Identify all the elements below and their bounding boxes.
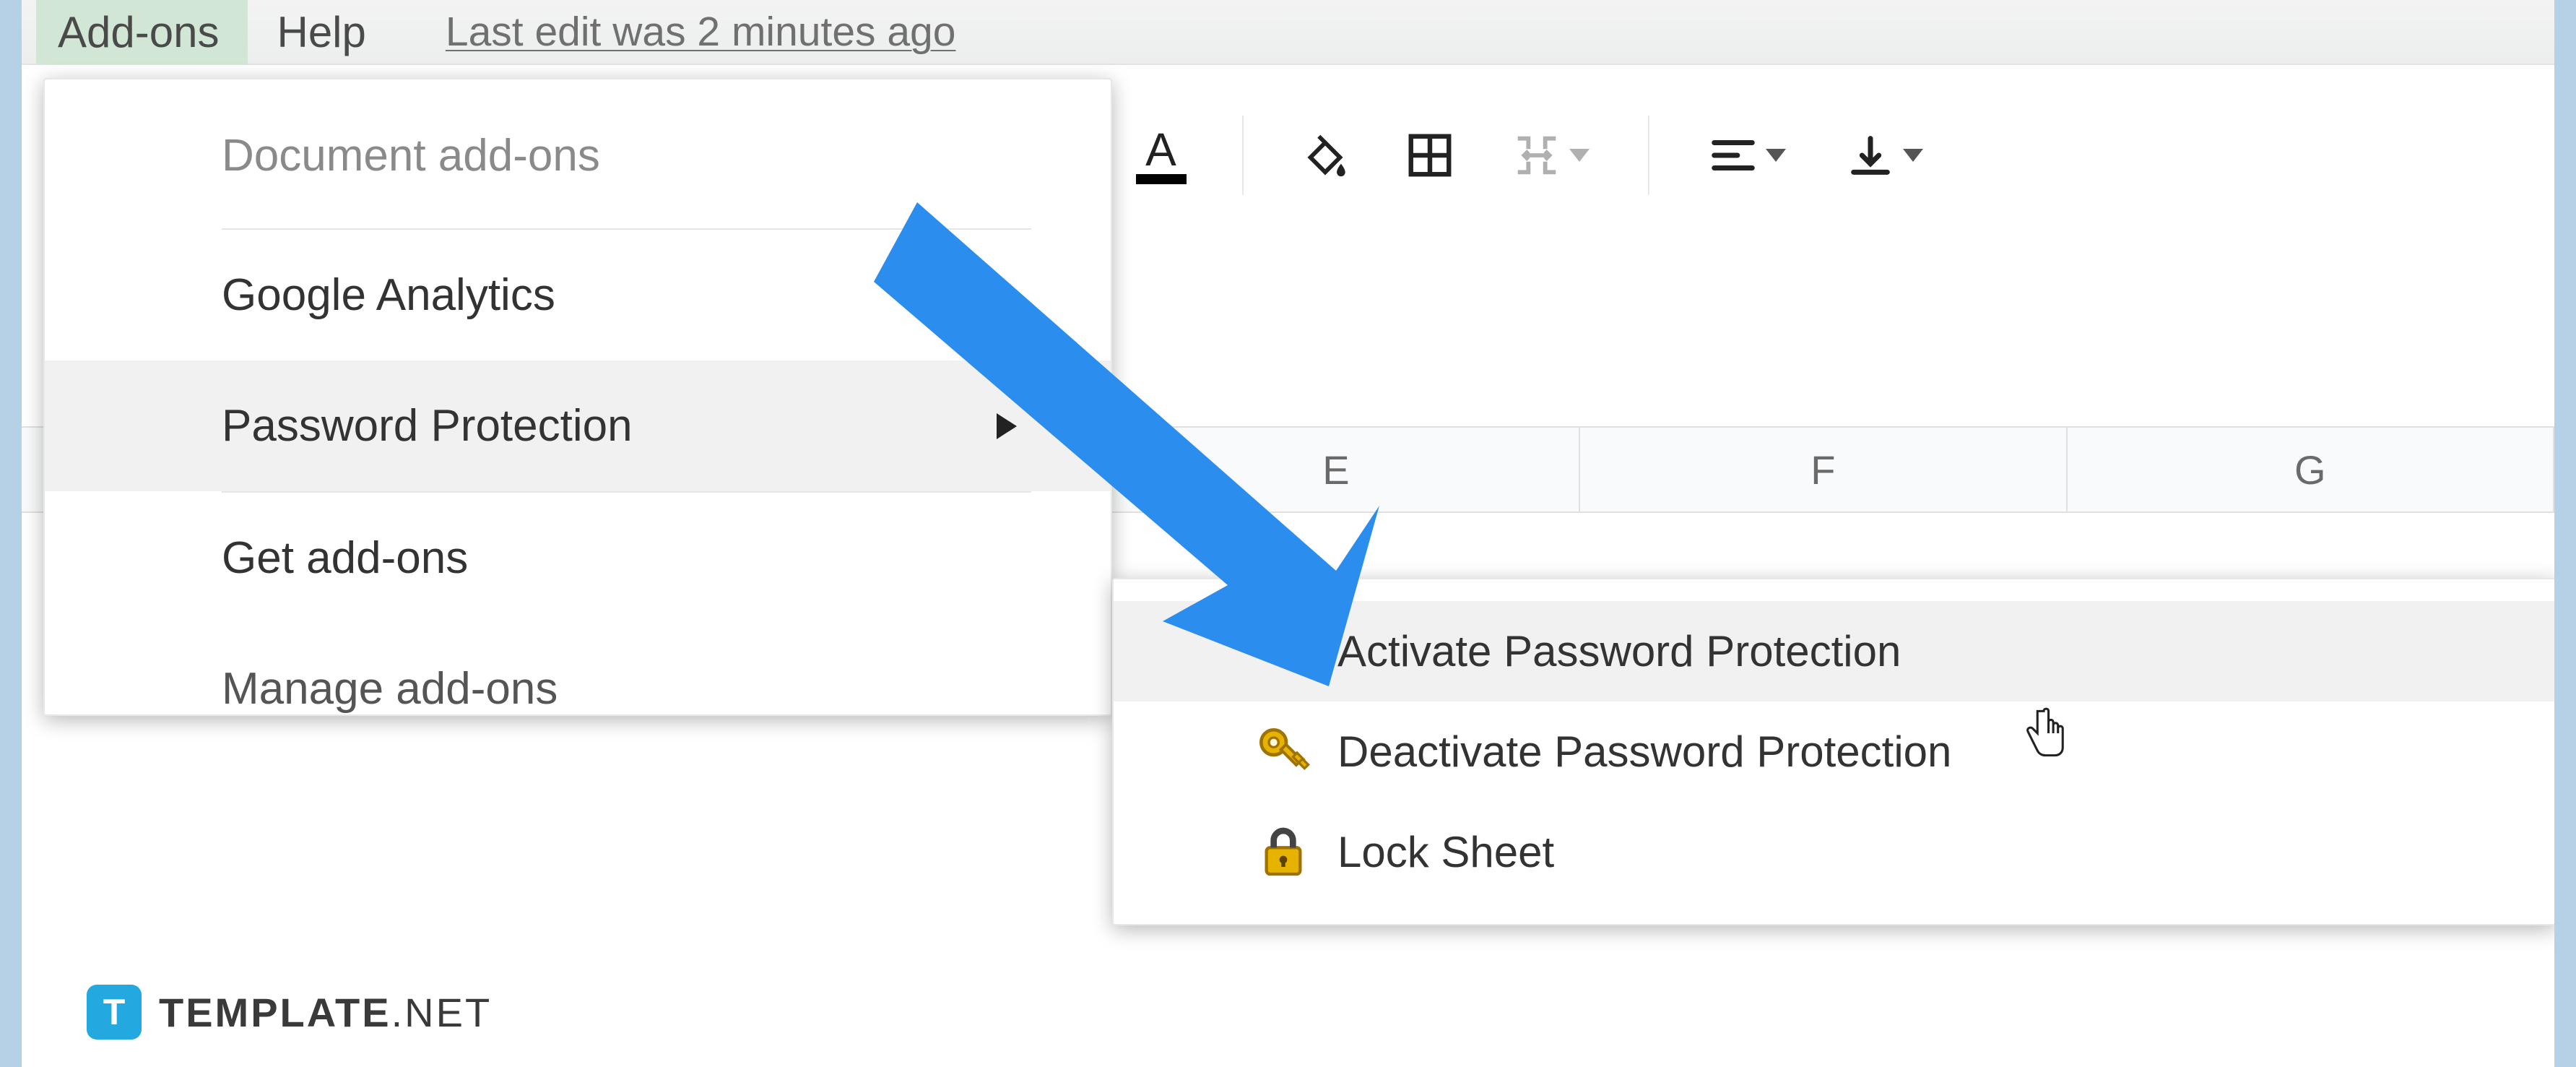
v-align-caret-icon	[1903, 149, 1923, 162]
submenu-item-deactivate[interactable]: Deactivate Password Protection	[1114, 701, 2554, 802]
lock-icon	[1254, 824, 1312, 881]
text-color-bar-icon	[1136, 174, 1187, 184]
submenu-item-activate[interactable]: Activate Password Protection	[1114, 601, 2554, 701]
toolbar-divider	[1242, 116, 1244, 195]
merge-cells-caret-icon	[1569, 149, 1590, 162]
submenu-item-label: Lock Sheet	[1337, 827, 1554, 877]
column-header-e[interactable]: E	[1093, 428, 1580, 511]
edit-status[interactable]: Last edit was 2 minutes ago	[446, 8, 956, 56]
horizontal-align-button[interactable]	[1693, 112, 1801, 199]
submenu-arrow-icon	[997, 413, 1017, 439]
text-color-letter: A	[1145, 126, 1176, 173]
submenu-item-label: Deactivate Password Protection	[1337, 727, 1951, 777]
h-align-caret-icon	[1766, 149, 1786, 162]
submenu-item-lock-sheet[interactable]: Lock Sheet	[1114, 802, 2554, 902]
menu-item-get-addons[interactable]: Get add-ons	[45, 493, 1111, 623]
text-color-button[interactable]: A	[1123, 112, 1199, 199]
menu-addons[interactable]: Add-ons	[36, 0, 248, 64]
menu-item-password-protection[interactable]: Password Protection	[45, 360, 1111, 491]
key-icon	[1254, 623, 1312, 681]
menu-item-label: Password Protection	[222, 401, 633, 451]
password-protection-submenu: Activate Password Protection Deactivate …	[1112, 578, 2554, 925]
watermark-tld: .NET	[391, 990, 493, 1035]
column-header-g[interactable]: G	[2068, 428, 2554, 511]
toolbar-divider	[1648, 116, 1649, 195]
column-header-f[interactable]: F	[1580, 428, 2067, 511]
submenu-item-label: Activate Password Protection	[1337, 626, 1901, 676]
watermark-badge: T	[87, 985, 142, 1040]
menu-help[interactable]: Help	[255, 0, 394, 64]
menu-item-google-analytics[interactable]: Google Analytics	[45, 230, 1111, 360]
fill-color-button[interactable]	[1287, 112, 1363, 199]
watermark-brand: TEMPLATE	[159, 990, 391, 1035]
key-icon	[1254, 723, 1312, 781]
watermark: T TEMPLATE.NET	[87, 985, 492, 1040]
addons-dropdown: Document add-ons Google Analytics Passwo…	[43, 78, 1112, 716]
vertical-align-button[interactable]	[1830, 112, 1938, 199]
menu-item-manage-addons[interactable]: Manage add-ons	[45, 623, 1111, 714]
addons-section-label: Document add-ons	[45, 108, 1111, 228]
merge-cells-button[interactable]	[1496, 112, 1605, 199]
borders-button[interactable]	[1392, 112, 1467, 199]
menubar: Add-ons Help Last edit was 2 minutes ago	[22, 0, 2554, 65]
